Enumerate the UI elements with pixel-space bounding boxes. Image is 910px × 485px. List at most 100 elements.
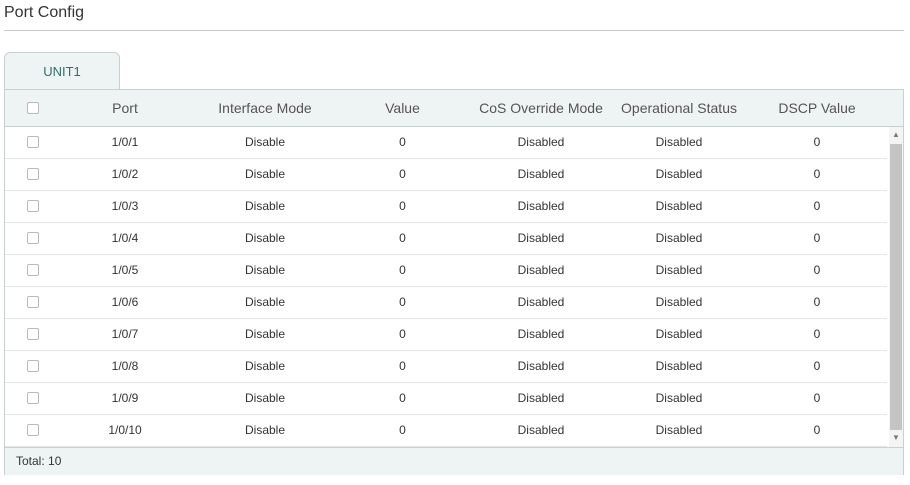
cell-operational-status: Disabled bbox=[655, 231, 703, 245]
column-header-interface-mode: Interface Mode bbox=[218, 100, 312, 116]
cell-operational-status: Disabled bbox=[655, 327, 703, 341]
cell-interface-mode: Disable bbox=[244, 295, 286, 309]
cell-port: 1/0/10 bbox=[108, 423, 142, 437]
column-header-value: Value bbox=[385, 100, 420, 116]
cell-dscp-value: 0 bbox=[813, 327, 821, 341]
cell-interface-mode: Disable bbox=[244, 135, 286, 149]
cell-interface-mode: Disable bbox=[244, 199, 286, 213]
cell-dscp-value: 0 bbox=[813, 199, 821, 213]
row-checkbox[interactable] bbox=[27, 424, 39, 436]
row-checkbox[interactable] bbox=[27, 360, 39, 372]
cell-port: 1/0/2 bbox=[111, 167, 139, 181]
table-row[interactable]: 1/0/4 Disable 0 Disabled Disabled 0 bbox=[5, 223, 887, 255]
cell-port: 1/0/4 bbox=[111, 231, 139, 245]
cell-port: 1/0/5 bbox=[111, 263, 139, 277]
cell-value: 0 bbox=[399, 295, 406, 309]
cell-operational-status: Disabled bbox=[655, 135, 703, 149]
row-checkbox[interactable] bbox=[27, 328, 39, 340]
tab-unit1-label: UNIT1 bbox=[43, 64, 81, 79]
cell-dscp-value: 0 bbox=[813, 231, 821, 245]
page-title: Port Config bbox=[4, 4, 85, 21]
cell-interface-mode: Disable bbox=[244, 391, 286, 405]
row-checkbox[interactable] bbox=[27, 392, 39, 404]
cell-port: 1/0/3 bbox=[111, 199, 139, 213]
cell-cos-override-mode: Disabled bbox=[517, 167, 565, 181]
cell-value: 0 bbox=[399, 327, 406, 341]
cell-cos-override-mode: Disabled bbox=[517, 423, 565, 437]
table-row[interactable]: 1/0/2 Disable 0 Disabled Disabled 0 bbox=[5, 159, 887, 191]
port-config-table: Port Interface Mode Value CoS Override M… bbox=[4, 89, 904, 475]
cell-cos-override-mode: Disabled bbox=[517, 231, 565, 245]
cell-value: 0 bbox=[399, 359, 406, 373]
cell-operational-status: Disabled bbox=[655, 359, 703, 373]
cell-interface-mode: Disable bbox=[244, 231, 286, 245]
cell-dscp-value: 0 bbox=[813, 391, 821, 405]
select-all-checkbox[interactable] bbox=[27, 102, 39, 114]
cell-cos-override-mode: Disabled bbox=[517, 391, 565, 405]
column-header-dscp-value: DSCP Value bbox=[778, 100, 856, 116]
cell-cos-override-mode: Disabled bbox=[517, 327, 565, 341]
cell-cos-override-mode: Disabled bbox=[517, 359, 565, 373]
cell-operational-status: Disabled bbox=[655, 199, 703, 213]
cell-interface-mode: Disable bbox=[244, 327, 286, 341]
tab-unit1[interactable]: UNIT1 bbox=[4, 52, 120, 90]
cell-dscp-value: 0 bbox=[813, 359, 821, 373]
table-footer: Total: 10 bbox=[5, 447, 903, 475]
cell-cos-override-mode: Disabled bbox=[517, 135, 565, 149]
total-count: Total: 10 bbox=[16, 454, 62, 468]
table-row[interactable]: 1/0/8 Disable 0 Disabled Disabled 0 bbox=[5, 351, 887, 383]
cell-dscp-value: 0 bbox=[813, 135, 821, 149]
cell-operational-status: Disabled bbox=[655, 295, 703, 309]
column-header-port: Port bbox=[112, 100, 138, 116]
cell-value: 0 bbox=[399, 391, 406, 405]
row-checkbox[interactable] bbox=[27, 296, 39, 308]
table-row[interactable]: 1/0/7 Disable 0 Disabled Disabled 0 bbox=[5, 319, 887, 351]
cell-value: 0 bbox=[399, 199, 406, 213]
cell-value: 0 bbox=[399, 167, 406, 181]
cell-port: 1/0/9 bbox=[111, 391, 139, 405]
cell-cos-override-mode: Disabled bbox=[517, 295, 565, 309]
cell-operational-status: Disabled bbox=[655, 423, 703, 437]
table-scrollbar[interactable]: ▲ ▼ bbox=[889, 127, 903, 447]
cell-dscp-value: 0 bbox=[813, 295, 821, 309]
cell-value: 0 bbox=[399, 231, 406, 245]
cell-value: 0 bbox=[399, 135, 406, 149]
cell-dscp-value: 0 bbox=[813, 423, 821, 437]
table-row[interactable]: 1/0/9 Disable 0 Disabled Disabled 0 bbox=[5, 383, 887, 415]
scrollbar-thumb[interactable] bbox=[890, 144, 902, 430]
cell-interface-mode: Disable bbox=[244, 263, 286, 277]
row-checkbox[interactable] bbox=[27, 232, 39, 244]
cell-interface-mode: Disable bbox=[244, 167, 286, 181]
column-header-cos-override-mode: CoS Override Mode bbox=[479, 100, 603, 116]
cell-operational-status: Disabled bbox=[655, 391, 703, 405]
scroll-up-arrow-icon[interactable]: ▲ bbox=[889, 128, 903, 142]
cell-operational-status: Disabled bbox=[655, 167, 703, 181]
row-checkbox[interactable] bbox=[27, 168, 39, 180]
table-row[interactable]: 1/0/6 Disable 0 Disabled Disabled 0 bbox=[5, 287, 887, 319]
row-checkbox[interactable] bbox=[27, 136, 39, 148]
title-divider bbox=[4, 30, 904, 31]
cell-cos-override-mode: Disabled bbox=[517, 199, 565, 213]
cell-interface-mode: Disable bbox=[244, 423, 286, 437]
cell-port: 1/0/6 bbox=[111, 295, 139, 309]
table-header: Port Interface Mode Value CoS Override M… bbox=[5, 90, 903, 127]
table-row[interactable]: 1/0/5 Disable 0 Disabled Disabled 0 bbox=[5, 255, 887, 287]
cell-cos-override-mode: Disabled bbox=[517, 263, 565, 277]
cell-interface-mode: Disable bbox=[244, 359, 286, 373]
cell-value: 0 bbox=[399, 263, 406, 277]
row-checkbox[interactable] bbox=[27, 264, 39, 276]
cell-operational-status: Disabled bbox=[655, 263, 703, 277]
cell-value: 0 bbox=[399, 423, 406, 437]
row-checkbox[interactable] bbox=[27, 200, 39, 212]
table-row[interactable]: 1/0/1 Disable 0 Disabled Disabled 0 bbox=[5, 127, 887, 159]
cell-dscp-value: 0 bbox=[813, 263, 821, 277]
scroll-down-arrow-icon[interactable]: ▼ bbox=[889, 431, 903, 445]
cell-dscp-value: 0 bbox=[813, 167, 821, 181]
column-header-operational-status: Operational Status bbox=[621, 100, 737, 116]
cell-port: 1/0/1 bbox=[111, 135, 139, 149]
table-row[interactable]: 1/0/3 Disable 0 Disabled Disabled 0 bbox=[5, 191, 887, 223]
cell-port: 1/0/7 bbox=[111, 327, 139, 341]
cell-port: 1/0/8 bbox=[111, 359, 139, 373]
table-body: 1/0/1 Disable 0 Disabled Disabled 0 1/0/2 Disab… bbox=[5, 127, 887, 447]
table-row[interactable]: 1/0/10 Disable 0 Disabled Disabled 0 bbox=[5, 415, 887, 447]
